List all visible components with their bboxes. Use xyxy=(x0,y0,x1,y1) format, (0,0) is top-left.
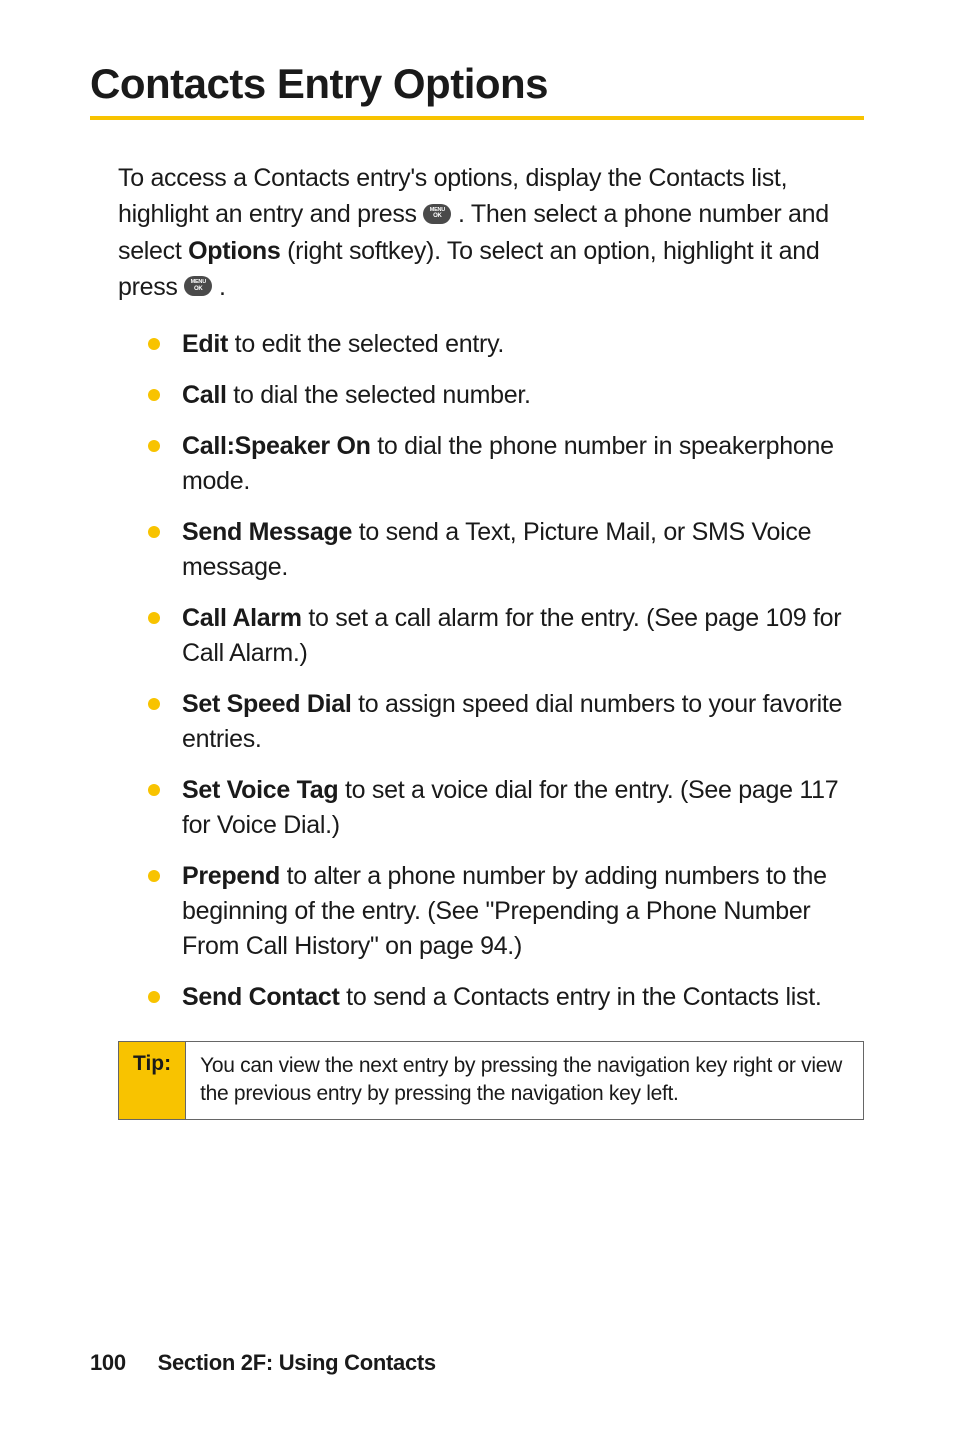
menu-ok-icon: MENU OK xyxy=(184,276,212,296)
options-list: Edit to edit the selected entry. Call to… xyxy=(148,327,864,1015)
tip-label: Tip: xyxy=(119,1042,186,1119)
option-label: Edit xyxy=(182,330,228,358)
list-item: Call:Speaker On to dial the phone number… xyxy=(148,429,864,499)
page-footer: 100 Section 2F: Using Contacts xyxy=(90,1350,436,1376)
tip-body: You can view the next entry by pressing … xyxy=(186,1042,863,1119)
page-heading: Contacts Entry Options xyxy=(90,60,864,108)
list-item: Send Message to send a Text, Picture Mai… xyxy=(148,515,864,585)
option-label: Call Alarm xyxy=(182,604,302,632)
option-label: Set Speed Dial xyxy=(182,690,351,718)
option-text: to edit the selected entry. xyxy=(228,330,504,358)
menu-ok-icon: MENU OK xyxy=(423,204,451,224)
heading-underline xyxy=(90,116,864,120)
option-label: Send Contact xyxy=(182,983,340,1011)
icon-ok-label: OK xyxy=(194,286,203,292)
intro-text-4: . xyxy=(219,273,226,301)
list-item: Send Contact to send a Contacts entry in… xyxy=(148,980,864,1015)
list-item: Call to dial the selected number. xyxy=(148,378,864,413)
option-label: Set Voice Tag xyxy=(182,776,338,804)
option-label: Call:Speaker On xyxy=(182,432,371,460)
intro-paragraph: To access a Contacts entry's options, di… xyxy=(118,160,864,305)
option-text: to dial the selected number. xyxy=(227,381,531,409)
list-item: Set Voice Tag to set a voice dial for th… xyxy=(148,773,864,843)
option-label: Call xyxy=(182,381,227,409)
list-item: Prepend to alter a phone number by addin… xyxy=(148,859,864,964)
list-item: Set Speed Dial to assign speed dial numb… xyxy=(148,687,864,757)
intro-options-bold: Options xyxy=(188,237,280,265)
option-label: Prepend xyxy=(182,862,280,890)
page-number: 100 xyxy=(90,1350,126,1375)
list-item: Call Alarm to set a call alarm for the e… xyxy=(148,601,864,671)
tip-box: Tip: You can view the next entry by pres… xyxy=(118,1041,864,1120)
icon-ok-label: OK xyxy=(433,213,442,219)
option-text: to send a Contacts entry in the Contacts… xyxy=(340,983,822,1011)
list-item: Edit to edit the selected entry. xyxy=(148,327,864,362)
option-label: Send Message xyxy=(182,518,352,546)
section-title: Section 2F: Using Contacts xyxy=(158,1350,436,1375)
